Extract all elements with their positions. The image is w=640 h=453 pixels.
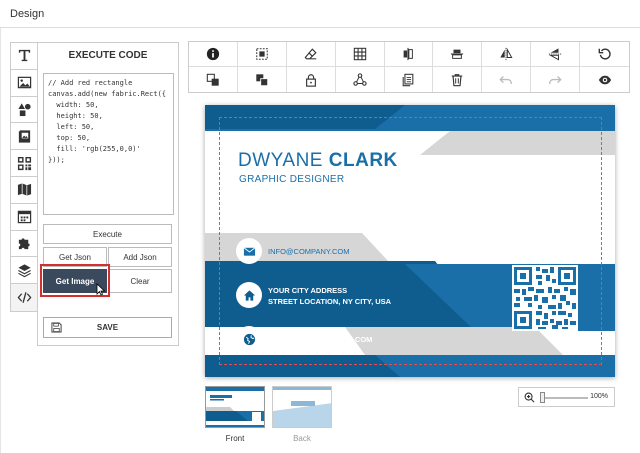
thumbnail-back[interactable] (272, 386, 332, 428)
flip-vertical-icon (548, 48, 562, 61)
card-role[interactable]: GRAPHIC DESIGNER (239, 174, 344, 185)
card-address-line1: YOUR CITY ADDRESS (268, 286, 348, 295)
rotate-left-icon (598, 48, 611, 60)
flip-vertical-button[interactable] (531, 42, 581, 67)
select-all-button[interactable] (237, 42, 287, 67)
eraser-button[interactable] (286, 42, 336, 67)
flip-horizontal-icon (500, 47, 513, 61)
thumbnail-front-preview (206, 387, 264, 427)
card-website[interactable]: WWW.COMPANY-NAME.COM (268, 334, 372, 345)
shapes-icon (17, 103, 31, 117)
qrcode-graphic[interactable] (512, 265, 578, 331)
clipart-tool-button[interactable] (11, 231, 37, 258)
zoom-control: 100% (518, 387, 615, 407)
info-icon (206, 47, 220, 61)
card-last-name: CLARK (328, 150, 398, 171)
thumbnail-back-label[interactable]: Back (272, 434, 332, 443)
align-horizontal-center-icon (451, 49, 464, 59)
thumbnail-back-preview (273, 387, 331, 427)
select-all-icon (256, 48, 268, 60)
tool-rail (10, 42, 38, 312)
calendar-icon (17, 210, 31, 224)
zoom-value: 100% (590, 393, 608, 400)
reset-button[interactable] (580, 42, 629, 67)
window-titlebar: Design (0, 0, 640, 28)
align-horizontal-center-button[interactable] (433, 42, 483, 67)
bring-forward-button[interactable] (238, 67, 287, 92)
add-json-button[interactable]: Add Json (108, 247, 172, 267)
bring-forward-icon (256, 73, 268, 86)
image-tool-button[interactable] (11, 70, 37, 97)
layers-icon (17, 264, 31, 277)
card-email[interactable]: INFO@COMPANY.COM (268, 246, 350, 257)
delete-button[interactable] (433, 67, 483, 92)
email-badge[interactable] (236, 238, 262, 264)
website-badge[interactable] (236, 326, 262, 352)
code-icon (17, 292, 31, 303)
map-icon (17, 183, 31, 196)
panel-title: EXECUTE CODE (68, 50, 148, 61)
lock-button[interactable] (287, 67, 336, 92)
card-first-name: DWYANE (238, 150, 323, 171)
address-badge[interactable] (236, 282, 262, 308)
book-image-icon (18, 130, 30, 143)
grid-icon (353, 47, 366, 61)
map-tool-button[interactable] (11, 177, 37, 204)
send-backward-icon (206, 73, 219, 86)
save-label: SAVE (96, 323, 119, 332)
flip-horizontal-button[interactable] (482, 42, 532, 67)
execute-code-panel: EXECUTE CODE // Add red rectangle canvas… (37, 42, 179, 346)
align-vertical-center-button[interactable] (384, 42, 434, 67)
clear-button[interactable]: Clear (108, 269, 172, 293)
window-title: Design (10, 8, 45, 20)
grid-button[interactable] (335, 42, 385, 67)
puzzle-icon (18, 238, 30, 250)
align-vertical-center-icon (404, 47, 414, 61)
calendar-tool-button[interactable] (11, 204, 37, 231)
card-name[interactable]: DWYANE CLARK (238, 150, 398, 172)
globe-icon (243, 333, 255, 345)
thumbnail-front-label[interactable]: Front (205, 434, 265, 443)
layers-tool-button[interactable] (11, 257, 37, 285)
code-editor[interactable]: // Add red rectangle canvas.add(new fabr… (43, 73, 174, 215)
save-button[interactable]: SAVE (43, 317, 172, 338)
text-icon (18, 50, 30, 62)
zoom-in-icon[interactable] (524, 392, 535, 403)
floppy-disk-icon (51, 322, 62, 333)
zoom-slider-track[interactable] (540, 397, 588, 399)
design-canvas[interactable]: DWYANE CLARK GRAPHIC DESIGNER INFO@COMPA… (205, 105, 615, 377)
redo-button[interactable] (531, 67, 581, 92)
shapes-tool-button[interactable] (11, 97, 37, 124)
eye-icon (598, 75, 611, 84)
thumbnail-front[interactable] (205, 386, 265, 428)
trash-icon (452, 73, 463, 86)
editor-toolbar (188, 41, 630, 93)
card-address[interactable]: YOUR CITY ADDRESS STREET LOCATION, NY CI… (268, 285, 391, 307)
mouse-cursor-icon (96, 283, 106, 296)
group-button[interactable] (336, 67, 385, 92)
undo-icon (499, 75, 513, 84)
envelope-icon (243, 246, 255, 256)
qrcode-tool-button[interactable] (11, 150, 37, 177)
execute-button[interactable]: Execute (43, 224, 172, 244)
image-icon (17, 76, 31, 89)
code-tool-button[interactable] (11, 284, 37, 311)
card-address-line2: STREET LOCATION, NY CITY, USA (268, 297, 392, 306)
undo-button[interactable] (482, 67, 532, 92)
info-button[interactable] (189, 42, 238, 67)
lock-icon (305, 73, 316, 87)
duplicate-button[interactable] (385, 67, 434, 92)
group-icon (352, 72, 367, 86)
text-tool-button[interactable] (11, 43, 37, 70)
eraser-icon (304, 48, 317, 60)
copy-icon (403, 73, 414, 86)
home-icon (243, 289, 255, 301)
zoom-slider-handle[interactable] (540, 392, 545, 403)
qrcode-icon (17, 156, 31, 170)
preview-button[interactable] (580, 67, 629, 92)
templates-tool-button[interactable] (11, 123, 37, 151)
send-backward-button[interactable] (189, 67, 238, 92)
redo-icon (549, 75, 562, 84)
